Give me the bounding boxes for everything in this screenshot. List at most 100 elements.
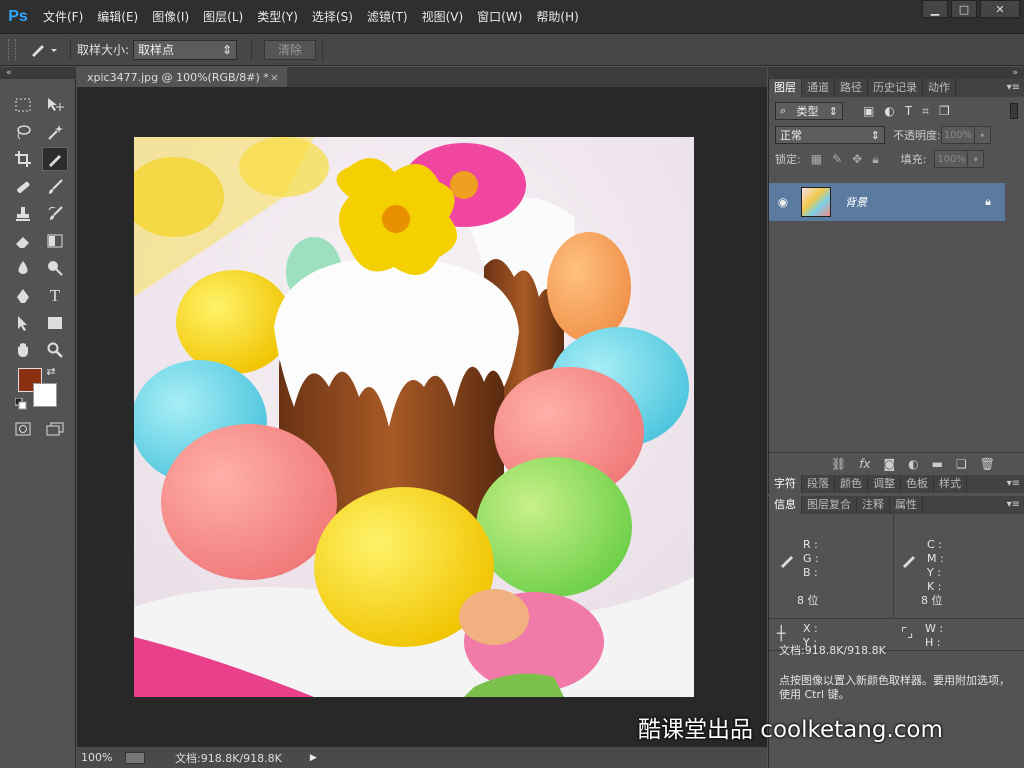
cmyk-eyedropper-icon[interactable] <box>901 552 917 572</box>
easter-photo[interactable] <box>134 137 694 697</box>
lasso-tool-icon[interactable] <box>10 120 36 144</box>
eyedropper-tool-icon[interactable] <box>42 147 68 171</box>
tab-layers[interactable]: 图层 <box>769 79 802 97</box>
navigator-icon[interactable] <box>125 751 145 764</box>
maximize-button[interactable]: □ <box>951 0 977 18</box>
eraser-tool-icon[interactable] <box>10 229 36 253</box>
layers-footer: ⛓ fx ◙ ◐ ▬ ❏ 🗑︎ <box>769 452 1024 474</box>
lock-paint-icon[interactable]: ✎ <box>832 152 842 166</box>
panel-menu-icon[interactable]: ▾≡ <box>1007 475 1020 493</box>
zoom-level[interactable]: 100% <box>77 751 117 764</box>
status-menu-arrow-icon[interactable]: ▶ <box>310 753 317 763</box>
menu-view[interactable]: 视图(V) <box>415 0 471 34</box>
brush-tool-icon[interactable] <box>42 175 68 199</box>
menu-type[interactable]: 类型(Y) <box>250 0 305 34</box>
panel-menu-icon[interactable]: ▾≡ <box>1007 79 1020 97</box>
visibility-eye-icon[interactable]: ◉ <box>769 195 797 209</box>
tab-adjustments[interactable]: 调整 <box>868 475 901 493</box>
tab-color[interactable]: 颜色 <box>835 475 868 493</box>
screen-mode-icon[interactable] <box>42 417 68 441</box>
lock-position-icon[interactable]: ✥ <box>852 152 862 166</box>
rgb-eyedropper-icon[interactable] <box>779 552 795 572</box>
quick-mask-icon[interactable] <box>10 417 36 441</box>
menu-image[interactable]: 图像(I) <box>145 0 196 34</box>
filter-toggle-icon[interactable] <box>1010 103 1018 119</box>
toolbox: T ⇄ <box>0 79 76 768</box>
window-controls: ▁ □ ✕ <box>922 0 1020 18</box>
menu-layer[interactable]: 图层(L) <box>196 0 250 34</box>
zoom-tool-icon[interactable] <box>42 338 68 362</box>
eyedropper-preset-icon[interactable] <box>24 38 64 62</box>
type-tool-icon[interactable]: T <box>42 284 68 308</box>
close-button[interactable]: ✕ <box>980 0 1020 18</box>
new-layer-icon[interactable]: ❏ <box>956 457 967 471</box>
menu-window[interactable]: 窗口(W) <box>470 0 529 34</box>
tab-character[interactable]: 字符 <box>769 475 802 493</box>
blend-mode-select[interactable]: 正常 ⇕ <box>775 126 885 144</box>
tab-close-icon[interactable]: × <box>270 71 279 84</box>
blur-tool-icon[interactable] <box>10 256 36 280</box>
tab-paragraph[interactable]: 段落 <box>802 475 835 493</box>
opacity-dropdown-icon[interactable]: ▾ <box>974 126 991 144</box>
shape-filter-icon[interactable]: ⌗ <box>922 104 929 119</box>
menu-filter[interactable]: 滤镜(T) <box>360 0 415 34</box>
new-adjustment-icon[interactable]: ◐ <box>908 457 918 471</box>
tab-layer-comps[interactable]: 图层复合 <box>802 496 857 514</box>
type-filter-icon[interactable]: T <box>905 104 912 119</box>
adjustment-filter-icon[interactable]: ◐ <box>884 104 894 119</box>
pixel-filter-icon[interactable]: ▣ <box>863 104 874 119</box>
menu-help[interactable]: 帮助(H) <box>529 0 585 34</box>
marquee-tool-icon[interactable] <box>10 93 36 117</box>
pen-tool-icon[interactable] <box>10 284 36 308</box>
toolbox-collapse[interactable]: « <box>0 67 76 79</box>
lock-all-icon[interactable]: 🔒︎ <box>872 152 878 167</box>
fill-field[interactable]: 100% <box>934 150 969 168</box>
history-brush-icon[interactable] <box>42 202 68 226</box>
panel-menu-icon[interactable]: ▾≡ <box>1007 496 1020 514</box>
layer-name[interactable]: 背景 <box>845 194 867 210</box>
path-selection-icon[interactable] <box>10 311 36 335</box>
tab-paths[interactable]: 路径 <box>835 79 868 97</box>
canvas-area[interactable] <box>77 87 767 746</box>
sample-size-select[interactable]: 取样点 ⇕ <box>133 39 238 60</box>
tab-history[interactable]: 历史记录 <box>868 79 923 97</box>
crop-tool-icon[interactable] <box>10 147 36 171</box>
opacity-field[interactable]: 100% <box>940 126 975 144</box>
document-tab[interactable]: xpic3477.jpg @ 100%(RGB/8#) * × <box>77 67 287 87</box>
gradient-tool-icon[interactable] <box>42 229 68 253</box>
tab-swatches[interactable]: 色板 <box>901 475 934 493</box>
minimize-button[interactable]: ▁ <box>922 0 948 18</box>
rectangle-tool-icon[interactable] <box>42 311 68 335</box>
layer-style-fx-icon[interactable]: fx <box>859 457 870 471</box>
healing-brush-icon[interactable] <box>10 175 36 199</box>
clone-stamp-icon[interactable] <box>10 202 36 226</box>
new-group-folder-icon[interactable]: ▬ <box>932 457 943 471</box>
layer-row-background[interactable]: ◉ 背景 🔒︎ <box>769 183 1005 221</box>
menu-file[interactable]: 文件(F) <box>36 0 90 34</box>
clear-button[interactable]: 清除 <box>264 39 317 60</box>
link-layers-icon[interactable]: ⛓ <box>831 457 846 471</box>
panel-collapse[interactable]: » <box>768 67 1024 79</box>
tab-actions[interactable]: 动作 <box>923 79 956 97</box>
add-mask-icon[interactable]: ◙ <box>884 457 896 471</box>
tab-info[interactable]: 信息 <box>769 496 802 514</box>
fill-dropdown-icon[interactable]: ▾ <box>968 150 985 168</box>
menu-select[interactable]: 选择(S) <box>305 0 360 34</box>
dodge-tool-icon[interactable] <box>42 256 68 280</box>
options-grip[interactable] <box>8 38 16 61</box>
swap-colors-icon[interactable]: ⇄ <box>44 364 58 378</box>
tab-channels[interactable]: 通道 <box>802 79 835 97</box>
delete-layer-trash-icon[interactable]: 🗑︎ <box>980 457 995 471</box>
lock-transparent-icon[interactable]: ▦ <box>811 152 822 166</box>
layer-filter-select[interactable]: ⌕ 类型 ⇕ <box>775 102 843 120</box>
move-tool-icon[interactable] <box>42 93 68 117</box>
menu-edit[interactable]: 编辑(E) <box>90 0 145 34</box>
magic-wand-icon[interactable] <box>42 120 68 144</box>
smart-object-filter-icon[interactable]: ❐ <box>939 104 950 119</box>
tab-notes[interactable]: 注释 <box>857 496 890 514</box>
background-color-swatch[interactable] <box>33 383 57 407</box>
hand-tool-icon[interactable] <box>10 338 36 362</box>
tab-styles[interactable]: 样式 <box>934 475 967 493</box>
tab-properties[interactable]: 属性 <box>890 496 923 514</box>
default-colors-icon[interactable] <box>14 397 28 411</box>
